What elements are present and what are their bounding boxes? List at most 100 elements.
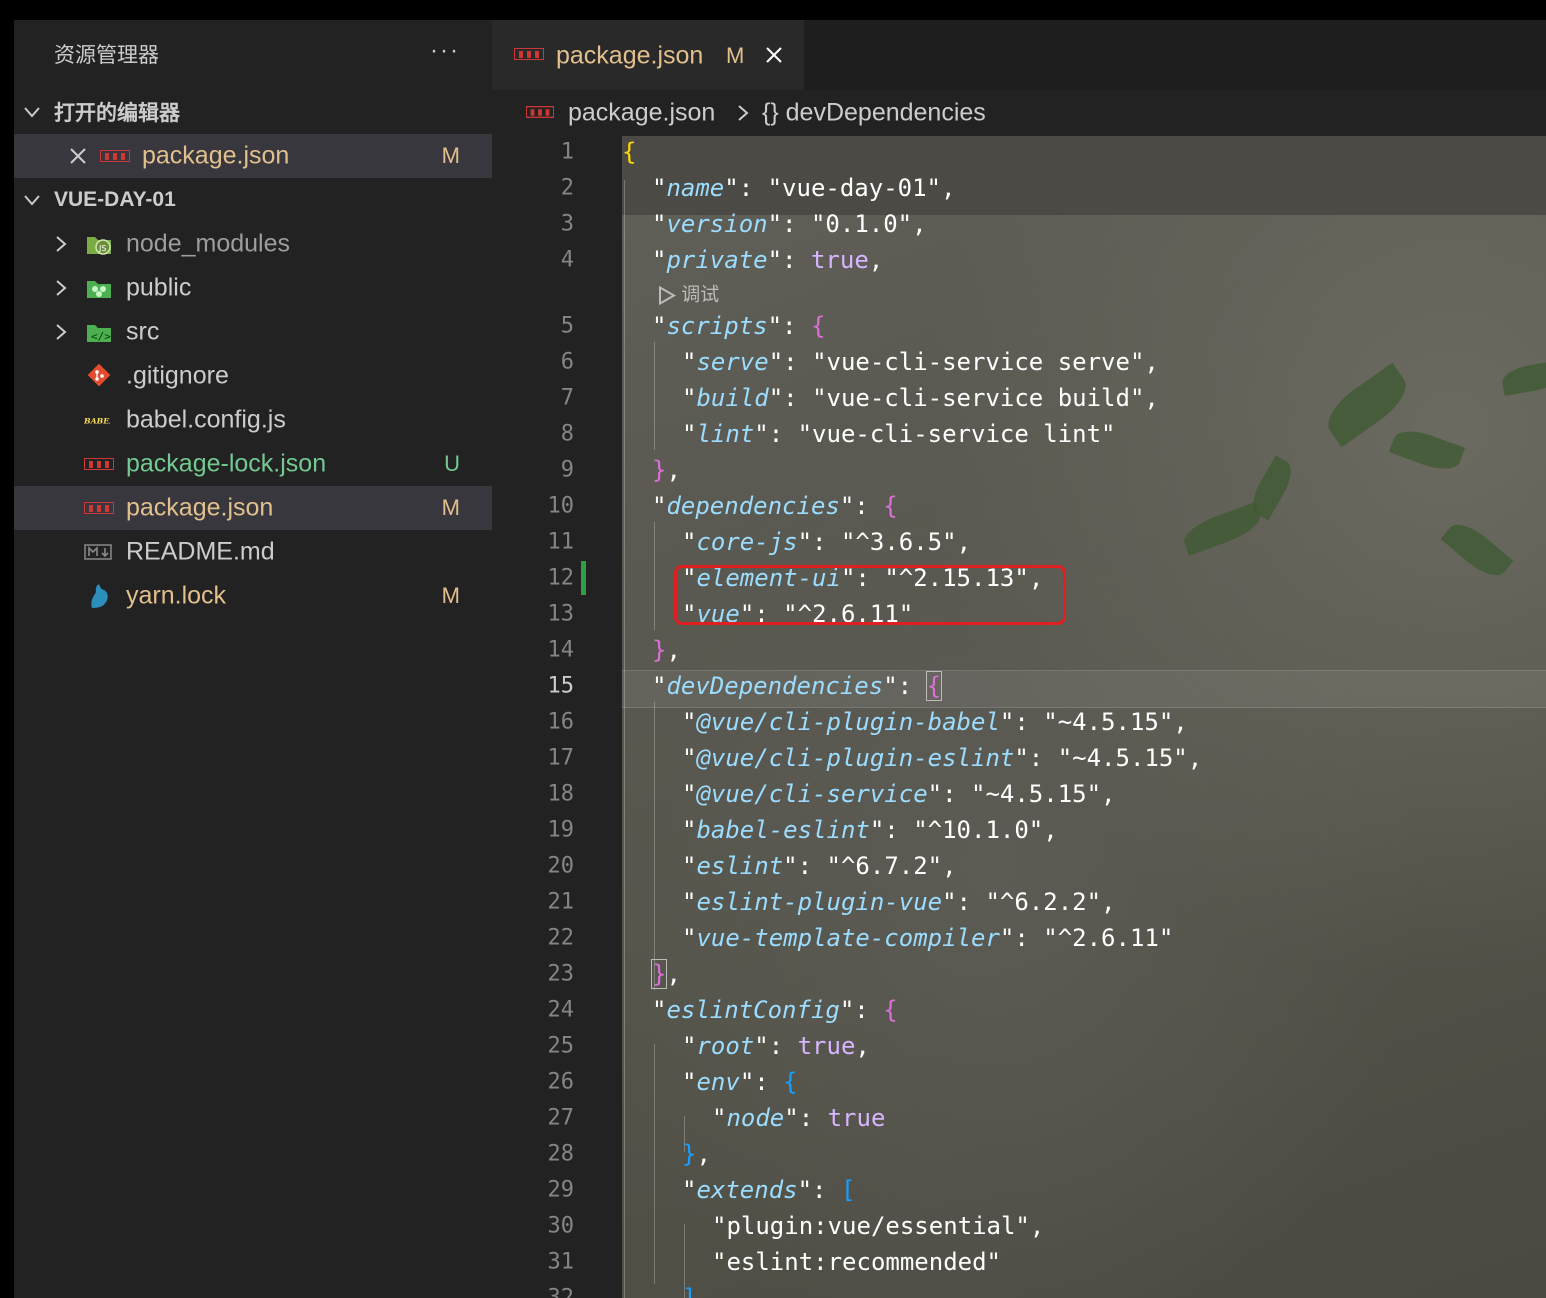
code-line-18: "@vue/cli-service": "~4.5.15", xyxy=(682,780,1116,808)
close-icon[interactable] xyxy=(764,45,784,65)
code-line-28: }, xyxy=(682,1140,711,1168)
code-line-8: "lint": "vue-cli-service lint" xyxy=(682,420,1116,448)
src-folder-icon: </> xyxy=(87,325,111,343)
code-line-16: "@vue/cli-plugin-babel": "~4.5.15", xyxy=(682,708,1188,736)
node-folder-icon: JS xyxy=(87,237,111,255)
highlight-annotation-box xyxy=(674,565,1066,625)
line-number: 16 xyxy=(547,709,575,735)
chevron-right-icon xyxy=(56,280,67,296)
line-number: 27 xyxy=(547,1105,575,1131)
line-number: 14 xyxy=(547,637,575,663)
line-number: 26 xyxy=(547,1069,575,1095)
code-line-14: }, xyxy=(652,636,681,664)
line-number: 32 xyxy=(547,1285,575,1298)
line-number: 2 xyxy=(560,175,574,201)
npm-icon xyxy=(84,458,114,470)
tree-item-node-modules[interactable]: JS node_modules xyxy=(14,222,492,266)
line-number: 25 xyxy=(547,1033,575,1059)
line-number: 24 xyxy=(547,997,575,1023)
modified-badge: M xyxy=(726,43,745,68)
line-number: 28 xyxy=(547,1141,575,1167)
code-line-22: "vue-template-compiler": "^2.6.11" xyxy=(682,924,1174,952)
tab-package-json[interactable]: package.json M xyxy=(492,20,804,90)
line-number: 13 xyxy=(547,601,575,627)
window-top-bar xyxy=(0,0,1546,20)
tree-item-label: yarn.lock xyxy=(126,581,227,610)
modified-badge: M xyxy=(441,495,460,520)
tree-item-public[interactable]: public xyxy=(14,266,492,310)
code-line-31: "eslint:recommended" xyxy=(712,1248,1001,1276)
tree-item-babel-config[interactable]: BABEL babel.config.js xyxy=(14,398,492,442)
babel-icon: BABEL xyxy=(84,416,110,425)
modified-badge: M xyxy=(441,583,460,608)
open-editors-section-header[interactable]: 打开的编辑器 xyxy=(14,90,492,134)
public-folder-icon xyxy=(87,281,111,298)
more-actions-icon[interactable]: ··· xyxy=(430,37,460,65)
line-number: 5 xyxy=(560,313,574,339)
line-number: 7 xyxy=(560,385,574,411)
tree-item-label: package-lock.json xyxy=(126,449,327,478)
line-number: 8 xyxy=(560,421,574,447)
code-line-26: "env": { xyxy=(682,1068,798,1096)
code-content[interactable]: { "name": "vue-day-01", "version": "0.1.… xyxy=(622,136,1546,1298)
tree-item-readme[interactable]: README.md xyxy=(14,530,492,574)
code-line-3: "version": "0.1.0", xyxy=(652,210,927,238)
line-number: 12 xyxy=(547,565,575,591)
line-number: 4 xyxy=(560,247,574,273)
code-line-32: ] xyxy=(682,1284,697,1298)
svg-text:JS: JS xyxy=(98,244,106,253)
close-icon[interactable] xyxy=(68,146,88,166)
open-editor-name: package.json xyxy=(142,141,290,170)
line-number: 31 xyxy=(547,1249,575,1275)
open-editor-item[interactable]: package.json M xyxy=(14,134,492,178)
code-line-9: }, xyxy=(652,456,681,484)
code-line-29: "extends": [ xyxy=(682,1176,856,1204)
git-icon xyxy=(87,364,111,387)
line-number: 30 xyxy=(547,1213,575,1239)
open-editors-label: 打开的编辑器 xyxy=(54,102,180,125)
debug-codelens[interactable]: 调试 xyxy=(658,280,719,307)
chevron-down-icon xyxy=(24,195,40,206)
debug-label: 调试 xyxy=(681,284,720,306)
npm-icon xyxy=(84,502,114,514)
line-number: 22 xyxy=(547,925,575,951)
chevron-right-icon xyxy=(738,105,749,121)
tree-item-label: public xyxy=(126,273,192,302)
code-line-15: "devDependencies": { xyxy=(652,671,943,701)
editor-area: package.json M package.json {} devDepend… xyxy=(492,20,1546,1298)
code-line-4: "private": true, xyxy=(652,246,884,274)
play-icon xyxy=(659,285,677,306)
code-line-1: { xyxy=(622,138,637,166)
line-number: 21 xyxy=(547,889,575,915)
tree-item-gitignore[interactable]: .gitignore xyxy=(14,354,492,398)
code-line-5: "scripts": { xyxy=(652,312,826,340)
npm-icon xyxy=(514,48,544,60)
line-number: 29 xyxy=(547,1177,575,1203)
workspace-section-header[interactable]: VUE-DAY-01 xyxy=(14,178,492,222)
tree-item-src[interactable]: </> src xyxy=(14,310,492,354)
line-number: 23 xyxy=(547,961,575,987)
chevron-right-icon xyxy=(56,236,67,252)
code-line-6: "serve": "vue-cli-service serve", xyxy=(682,348,1159,376)
tree-item-package-json[interactable]: package.json M xyxy=(14,486,492,530)
breadcrumb-file[interactable]: package.json xyxy=(568,99,715,128)
code-line-25: "root": true, xyxy=(682,1032,870,1060)
code-line-2: "name": "vue-day-01", xyxy=(652,174,956,202)
line-number: 1 xyxy=(560,139,574,165)
code-line-7: "build": "vue-cli-service build", xyxy=(682,384,1159,412)
breadcrumb: package.json {} devDependencies xyxy=(492,90,1546,136)
chevron-right-icon xyxy=(56,324,67,340)
line-number: 6 xyxy=(560,349,574,375)
tree-item-package-lock[interactable]: package-lock.json U xyxy=(14,442,492,486)
tree-item-yarn-lock[interactable]: yarn.lock M xyxy=(14,574,492,618)
modified-badge: M xyxy=(441,143,460,168)
explorer-sidebar: 资源管理器 ··· 打开的编辑器 package.json M VUE-DAY-… xyxy=(14,20,492,1298)
code-line-24: "eslintConfig": { xyxy=(652,996,898,1024)
breadcrumb-symbol[interactable]: {} devDependencies xyxy=(762,99,986,128)
npm-icon xyxy=(100,150,130,162)
untracked-badge: U xyxy=(444,451,460,476)
yarn-icon xyxy=(91,584,108,608)
tree-item-label: README.md xyxy=(126,537,275,566)
tree-item-label: .gitignore xyxy=(126,361,229,390)
line-number: 9 xyxy=(560,457,574,483)
